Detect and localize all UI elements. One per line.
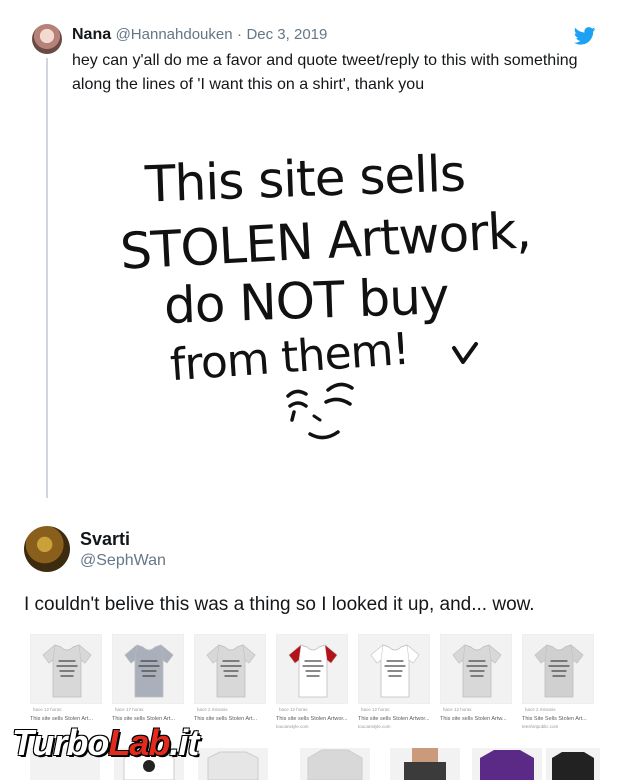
author-handle[interactable]: @Hannahdouken <box>116 26 233 43</box>
shirt-image <box>207 751 259 780</box>
shirt-image <box>534 644 584 698</box>
product-thumbnail[interactable] <box>300 748 370 780</box>
shirt-image <box>288 644 338 698</box>
tweet-text: hey can y'all do me a favor and quote tw… <box>72 52 578 93</box>
twitter-bird-icon[interactable] <box>574 27 596 45</box>
product-card[interactable]: hace 17 horas This site sells Stolen Art.… <box>112 634 184 723</box>
avatar[interactable] <box>32 24 62 54</box>
product-caption[interactable]: This Site Sells Stolen Art... <box>522 716 594 723</box>
shirt-image <box>206 644 256 698</box>
heart-doodle <box>452 342 478 364</box>
product-card[interactable]: hace 12 horas This site sells Stolen Artw… <box>440 634 512 723</box>
product-meta: hace 12 horas <box>33 707 62 712</box>
watermark-part: .it <box>169 722 199 763</box>
product-thumbnail[interactable] <box>546 748 600 780</box>
tweet-image[interactable]: This site sells STOLEN Artwork, do NOT b… <box>119 140 532 450</box>
product-source: toucanstyle.com <box>358 724 391 729</box>
product-source: toucanstyle.com <box>276 724 309 729</box>
product-thumbnail[interactable] <box>472 748 542 780</box>
product-thumbnail[interactable]: hace 12 horas <box>358 634 430 712</box>
product-meta: hace 17 horas <box>115 707 144 712</box>
separator: · <box>237 26 243 43</box>
author-name[interactable]: Nana <box>72 26 111 43</box>
shirt-image <box>480 750 534 780</box>
artwork-line: STOLEN Artwork, <box>118 201 532 281</box>
shirt-image <box>124 644 174 698</box>
product-card[interactable]: hace 12 horas This site sells Stolen Art.… <box>30 634 102 723</box>
watermark-part: Lab <box>108 722 170 763</box>
product-thumbnail[interactable]: hace 12 horas <box>30 634 102 712</box>
shirt-image <box>452 644 502 698</box>
author-handle[interactable]: @SephWan <box>80 552 166 570</box>
product-meta: hace 12 horas <box>443 707 472 712</box>
product-thumbnail[interactable]: hace 2 minutos <box>522 634 594 712</box>
product-card[interactable]: hace 12 horas This site sells Stolen Artw… <box>276 634 348 729</box>
author-name[interactable]: Svarti <box>80 529 130 550</box>
product-card[interactable]: hace 2 minutos This site sells Stolen Art… <box>194 634 266 723</box>
product-thumbnail[interactable]: hace 12 horas <box>440 634 512 712</box>
shirt-image <box>307 749 363 780</box>
product-thumbnail[interactable] <box>198 748 268 780</box>
tweet-header: Nana @Hannahdouken · Dec 3, 2019 <box>72 26 327 44</box>
product-thumbnail[interactable]: hace 12 horas <box>276 634 348 712</box>
product-meta: hace 2 minutos <box>197 707 228 712</box>
product-card[interactable]: hace 12 horas This site sells Stolen Artw… <box>358 634 430 729</box>
tweet-text: I couldn't belive this was a thing so I … <box>24 594 535 615</box>
face-doodle <box>286 382 354 440</box>
product-meta: hace 2 minutos <box>525 707 556 712</box>
product-source: teeshirtpublic.com <box>522 724 559 729</box>
product-meta: hace 12 horas <box>279 707 308 712</box>
shirt-image <box>42 644 92 698</box>
product-caption[interactable]: This site sells Stolen Artwor... <box>358 716 430 723</box>
watermark-part: Turbo <box>12 722 109 763</box>
product-caption[interactable]: This site sells Stolen Artw... <box>440 716 512 723</box>
tweet-date[interactable]: Dec 3, 2019 <box>246 26 327 43</box>
shirt-image <box>552 752 594 780</box>
product-caption[interactable]: This site sells Stolen Art... <box>194 716 266 723</box>
watermark-logo: TurboLab.it <box>12 722 199 764</box>
product-thumbnail[interactable] <box>390 748 460 780</box>
person-image <box>404 748 446 780</box>
avatar[interactable] <box>24 526 70 572</box>
thread-line <box>46 58 48 498</box>
product-meta: hace 12 horas <box>361 707 390 712</box>
shirt-image <box>370 644 420 698</box>
product-caption[interactable]: This site sells Stolen Artwor... <box>276 716 348 723</box>
product-thumbnail[interactable]: hace 17 horas <box>112 634 184 712</box>
artwork-line: This site sells <box>144 144 466 214</box>
product-thumbnail[interactable]: hace 2 minutos <box>194 634 266 712</box>
product-card[interactable]: hace 2 minutos This Site Sells Stolen Art… <box>522 634 594 729</box>
